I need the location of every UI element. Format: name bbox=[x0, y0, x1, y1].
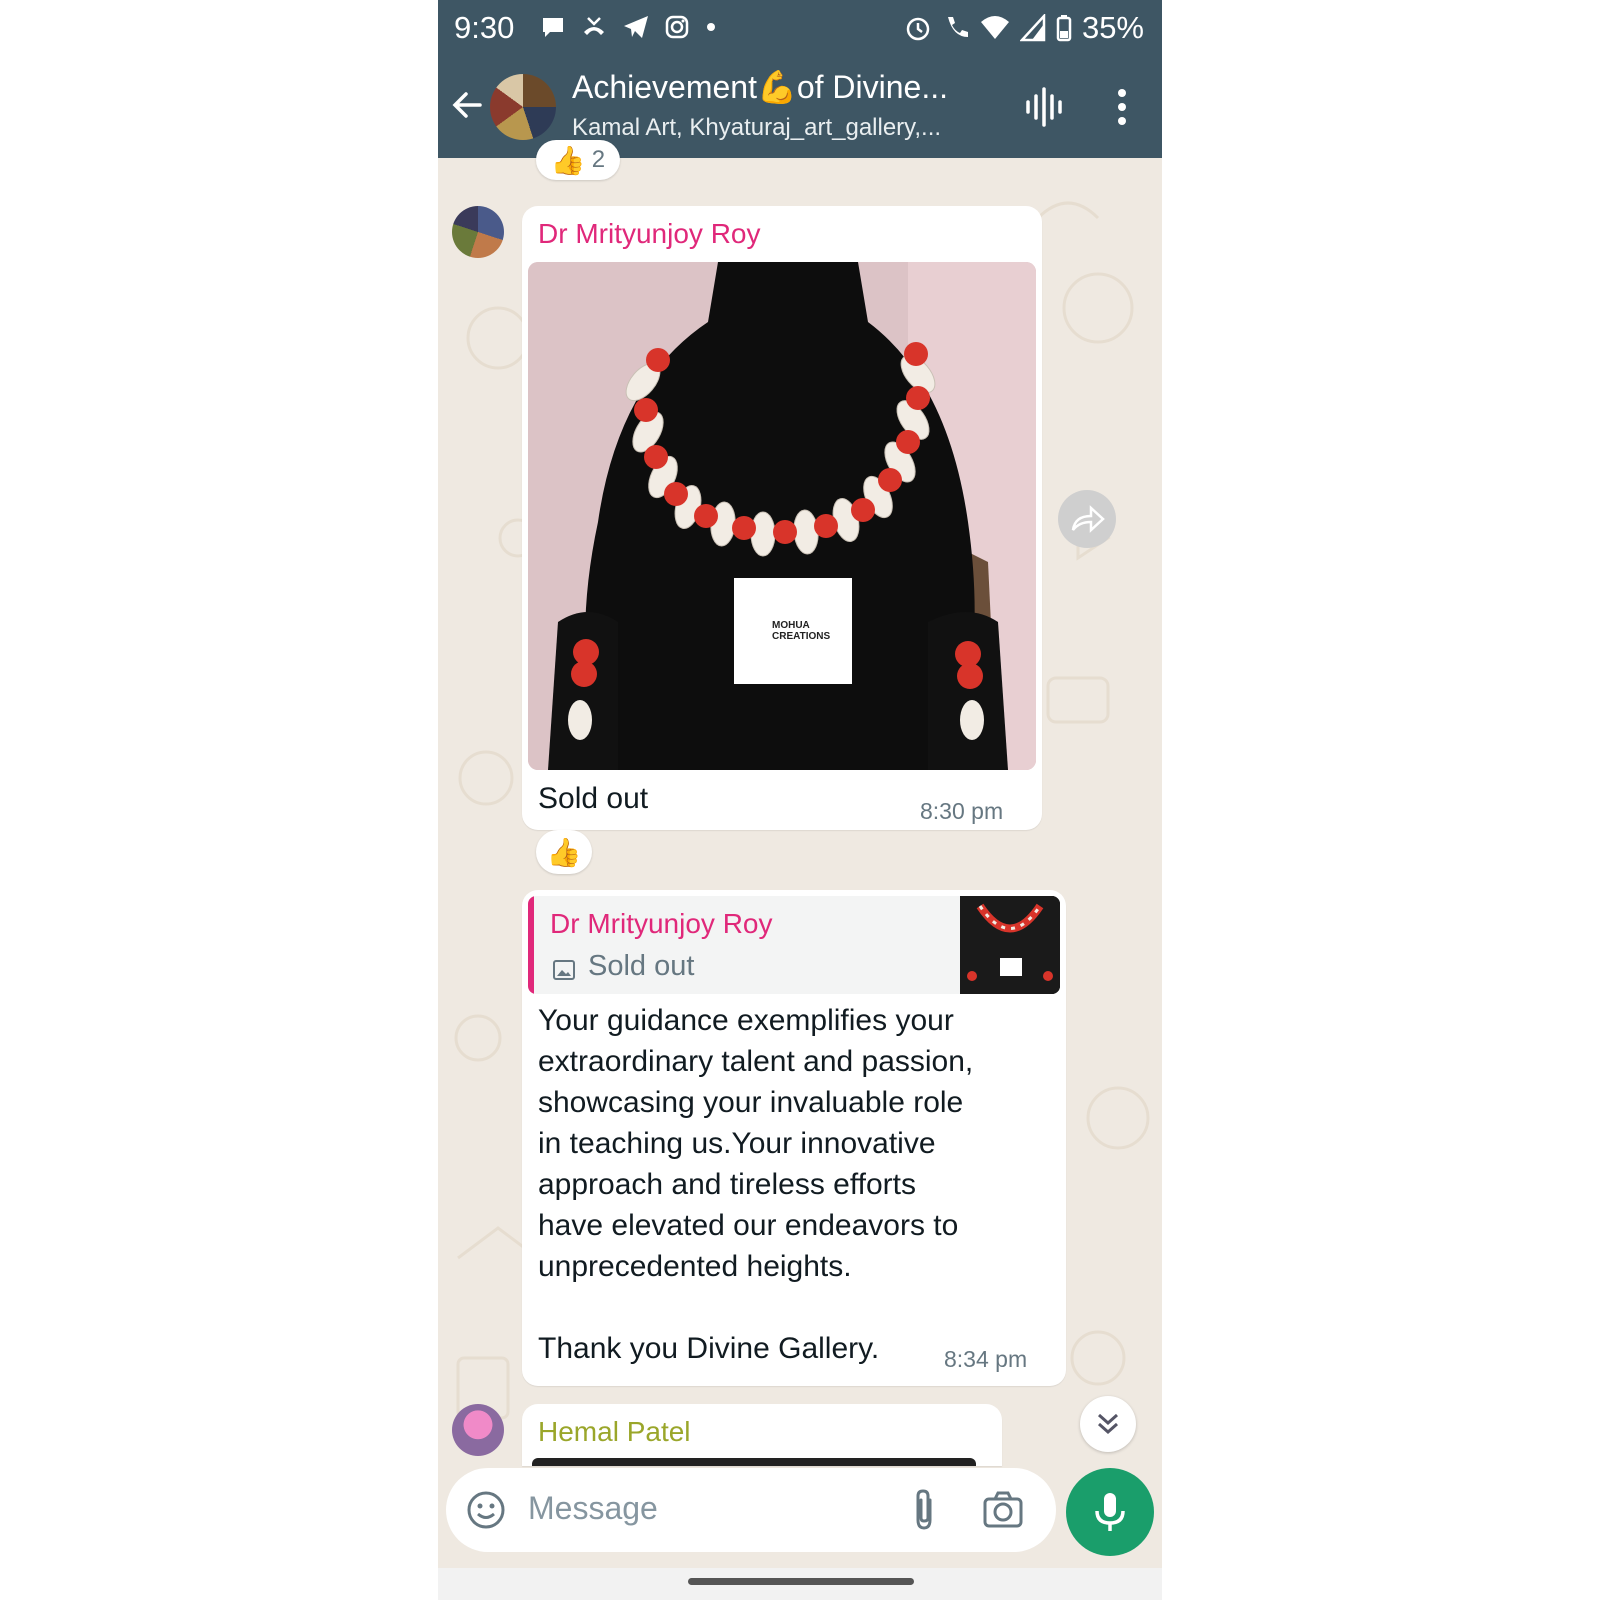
forward-icon bbox=[1071, 505, 1105, 533]
message-image[interactable]: MOHUA CREATIONS bbox=[528, 262, 1036, 770]
more-vert-icon[interactable] bbox=[1114, 86, 1130, 128]
group-avatar[interactable] bbox=[490, 74, 556, 140]
message-bubble[interactable]: Dr Mrityunjoy Roy MOHUA CREATIONS Sold o… bbox=[522, 206, 1042, 830]
telegram-icon bbox=[624, 16, 648, 38]
mic-icon bbox=[1095, 1493, 1125, 1531]
message-time: 8:34 pm bbox=[944, 1346, 1028, 1372]
missed-call-icon bbox=[584, 17, 604, 35]
dot-icon bbox=[707, 23, 715, 31]
avatar[interactable] bbox=[452, 1404, 504, 1456]
message-bubble[interactable]: Dr Mrityunjoy Roy Sold out Your guidance… bbox=[522, 890, 1066, 1386]
signal-icon bbox=[1019, 14, 1046, 42]
home-handle[interactable] bbox=[688, 1578, 914, 1585]
image-icon bbox=[553, 960, 575, 980]
sender-name[interactable]: Dr Mrityunjoy Roy bbox=[538, 218, 760, 250]
quote-sender: Dr Mrityunjoy Roy bbox=[550, 908, 773, 939]
scroll-to-bottom-button[interactable] bbox=[1080, 1396, 1136, 1452]
emoji-icon[interactable] bbox=[466, 1490, 506, 1530]
status-bar: 9:30 35% bbox=[438, 0, 1162, 56]
group-members[interactable]: Kamal Art, Khyaturaj_art_gallery,... bbox=[572, 114, 941, 142]
sender-name[interactable]: Hemal Patel bbox=[538, 1416, 691, 1448]
watermark-label: MOHUA CREATIONS bbox=[772, 620, 831, 642]
quote-thumbnail bbox=[960, 896, 1060, 994]
instagram-icon bbox=[665, 15, 689, 39]
thumbnail-image bbox=[960, 896, 1060, 994]
wifi-icon bbox=[980, 16, 1009, 39]
wifi-call-icon bbox=[947, 17, 968, 37]
message-composer[interactable]: Message bbox=[446, 1468, 1056, 1552]
alarm-icon bbox=[906, 17, 930, 41]
forward-button[interactable] bbox=[1058, 490, 1116, 548]
message-caption: Sold out bbox=[538, 782, 649, 815]
chat-bubble-icon bbox=[543, 18, 563, 37]
quoted-message[interactable]: Dr Mrityunjoy Roy Sold out bbox=[528, 896, 1060, 994]
status-time: 9:30 bbox=[454, 10, 515, 45]
message-time: 8:30 pm bbox=[920, 798, 1004, 824]
group-title[interactable]: Achievement💪of Divine... bbox=[572, 68, 948, 106]
battery-icon bbox=[1056, 15, 1072, 42]
reaction-chip[interactable]: 👍 2 bbox=[536, 140, 620, 180]
battery-percent: 35% bbox=[1081, 10, 1144, 45]
back-arrow-icon[interactable] bbox=[450, 88, 484, 122]
reaction-emoji: 👍 bbox=[550, 144, 586, 176]
voice-chat-icon[interactable] bbox=[1024, 86, 1064, 128]
message-bubble[interactable]: Hemal Patel bbox=[522, 1404, 1002, 1466]
reaction-count: 2 bbox=[591, 146, 606, 173]
message-input[interactable]: Message bbox=[528, 1490, 658, 1527]
avatar[interactable] bbox=[452, 206, 504, 258]
necklace-photo bbox=[528, 262, 1036, 770]
quote-accent-bar bbox=[528, 896, 534, 994]
reaction-emoji: 👍 bbox=[546, 836, 582, 868]
chat-screen: 9:30 35% Achievement💪of Divine... Kamal … bbox=[438, 0, 1162, 1600]
attach-icon[interactable] bbox=[908, 1488, 940, 1532]
quote-text: Sold out bbox=[588, 950, 695, 982]
message-text: Your guidance exemplifies your extraordi… bbox=[538, 1004, 974, 1365]
double-chevron-down-icon bbox=[1098, 1413, 1118, 1435]
gesture-nav-bar bbox=[438, 1568, 1162, 1600]
camera-icon[interactable] bbox=[982, 1490, 1024, 1530]
reaction-chip[interactable]: 👍 bbox=[536, 830, 592, 874]
media-preview-edge bbox=[532, 1458, 976, 1466]
mic-button[interactable] bbox=[1066, 1468, 1154, 1556]
